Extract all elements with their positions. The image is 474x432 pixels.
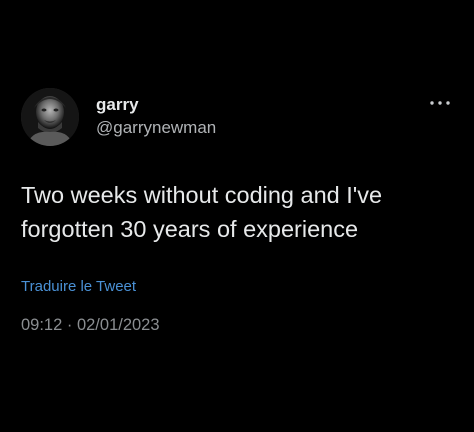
author-handle[interactable]: @garrynewman xyxy=(96,117,216,139)
author-block: garry @garrynewman xyxy=(96,95,216,139)
tweet-card: garry @garrynewman Two weeks without cod… xyxy=(0,0,474,432)
tweet-timestamp[interactable]: 09:12 · 02/01/2023 xyxy=(21,316,160,335)
tweet-text: Two weeks without coding and I've forgot… xyxy=(21,182,383,242)
translate-tweet-link[interactable]: Traduire le Tweet xyxy=(21,278,136,295)
avatar[interactable] xyxy=(21,88,79,146)
more-options-button[interactable] xyxy=(428,95,452,111)
avatar-photo xyxy=(21,88,79,146)
more-horizontal-icon xyxy=(430,101,450,105)
author-display-name[interactable]: garry xyxy=(96,95,216,115)
